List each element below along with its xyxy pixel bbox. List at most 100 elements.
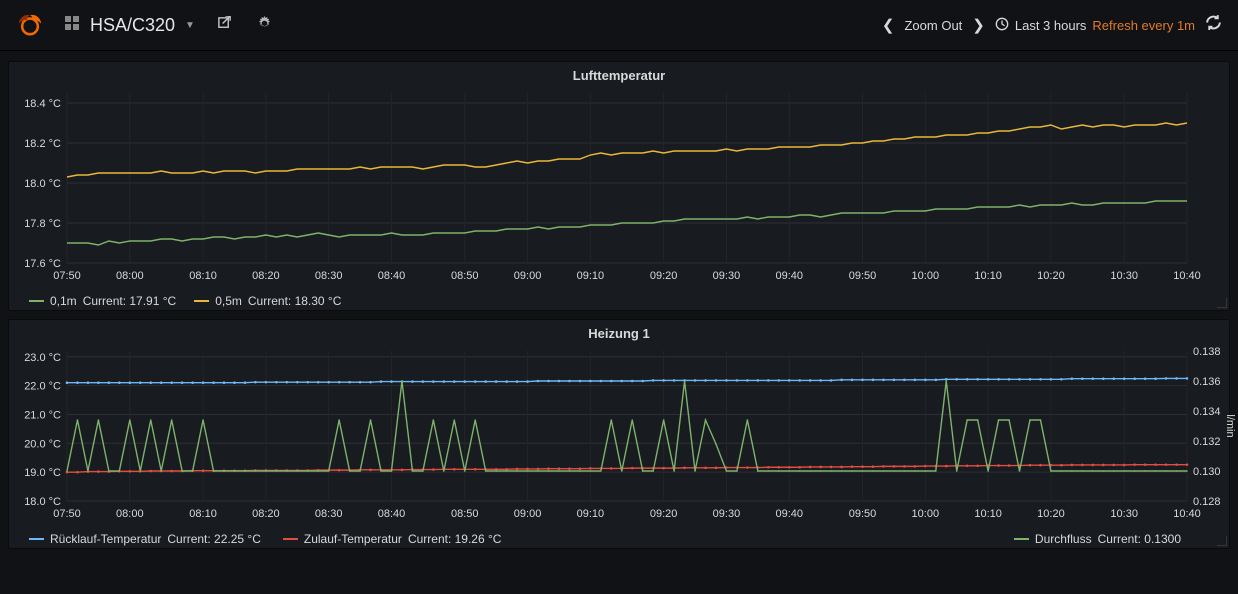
svg-text:09:30: 09:30: [713, 508, 741, 520]
svg-text:09:20: 09:20: [650, 508, 678, 520]
time-range-picker[interactable]: Last 3 hours Refresh every 1m: [995, 17, 1195, 34]
svg-text:18.4 °C: 18.4 °C: [24, 98, 61, 110]
legend-series-value: Current: 22.25 °C: [167, 532, 261, 546]
legend-series-value: Current: 17.91 °C: [83, 294, 177, 308]
legend-color-icon: [29, 538, 44, 540]
legend-series-name: Zulauf-Temperatur: [304, 532, 402, 546]
svg-text:21.0 °C: 21.0 °C: [24, 409, 61, 421]
svg-text:10:30: 10:30: [1110, 508, 1138, 520]
svg-text:08:00: 08:00: [116, 508, 144, 520]
time-range-label: Last 3 hours: [1015, 18, 1087, 33]
legend-series-name: Rücklauf-Temperatur: [50, 532, 161, 546]
chevron-down-icon: ▼: [185, 20, 195, 31]
svg-text:10:20: 10:20: [1037, 508, 1065, 520]
legend-entry[interactable]: 0,5m Current: 18.30 °C: [194, 294, 341, 308]
svg-text:18.0 °C: 18.0 °C: [24, 178, 61, 190]
share-icon[interactable]: [215, 16, 235, 35]
legend-series-name: 0,1m: [50, 294, 77, 308]
svg-text:08:30: 08:30: [315, 270, 343, 282]
refresh-icon[interactable]: [1205, 14, 1222, 36]
legend-series-value: Current: 0.1300: [1098, 532, 1181, 546]
svg-text:0.136: 0.136: [1193, 376, 1221, 388]
time-forward-icon[interactable]: ❯: [972, 16, 985, 34]
panel-legend: 0,1m Current: 17.91 °C 0,5m Current: 18.3…: [9, 288, 1229, 310]
svg-text:09:00: 09:00: [514, 508, 542, 520]
panel-lufttemperatur: Lufttemperatur 17.6 °C17.8 °C18.0 °C18.2…: [8, 61, 1230, 311]
resize-handle-icon[interactable]: [1217, 536, 1227, 546]
grafana-logo-icon[interactable]: [16, 11, 44, 39]
legend-entry[interactable]: Rücklauf-Temperatur Current: 22.25 °C: [29, 532, 261, 546]
panel-legend: Rücklauf-Temperatur Current: 22.25 °C Zul…: [9, 526, 1229, 548]
legend-series-value: Current: 19.26 °C: [408, 532, 502, 546]
chart-lufttemperatur[interactable]: 17.6 °C17.8 °C18.0 °C18.2 °C18.4 °C07:50…: [67, 85, 1187, 285]
svg-text:23.0 °C: 23.0 °C: [24, 352, 61, 364]
svg-text:08:30: 08:30: [315, 508, 343, 520]
settings-icon[interactable]: [255, 16, 275, 35]
resize-handle-icon[interactable]: [1217, 298, 1227, 308]
svg-text:09:10: 09:10: [577, 270, 605, 282]
svg-text:08:10: 08:10: [189, 508, 217, 520]
svg-text:08:40: 08:40: [378, 508, 406, 520]
chart-heizung-1[interactable]: 18.0 °C19.0 °C20.0 °C21.0 °C22.0 °C23.0 …: [67, 343, 1187, 523]
clock-icon: [995, 17, 1009, 34]
svg-text:08:00: 08:00: [116, 270, 144, 282]
legend-entry[interactable]: Zulauf-Temperatur Current: 19.26 °C: [283, 532, 502, 546]
time-back-icon[interactable]: ❮: [882, 16, 895, 34]
legend-series-name: Durchfluss: [1035, 532, 1092, 546]
svg-text:09:20: 09:20: [650, 270, 678, 282]
legend-entry[interactable]: 0,1m Current: 17.91 °C: [29, 294, 176, 308]
svg-text:22.0 °C: 22.0 °C: [24, 381, 61, 393]
dashboard-body: Lufttemperatur 17.6 °C17.8 °C18.0 °C18.2…: [0, 51, 1238, 559]
svg-text:07:50: 07:50: [53, 508, 81, 520]
svg-text:07:50: 07:50: [53, 270, 81, 282]
svg-text:08:20: 08:20: [252, 270, 280, 282]
legend-color-icon: [1014, 538, 1029, 540]
svg-text:09:40: 09:40: [775, 270, 803, 282]
dashboard-icon: [64, 15, 80, 36]
panel-title[interactable]: Lufttemperatur: [9, 62, 1229, 85]
svg-text:08:50: 08:50: [451, 270, 479, 282]
legend-color-icon: [194, 300, 209, 302]
svg-text:0.130: 0.130: [1193, 466, 1221, 478]
legend-color-icon: [29, 300, 44, 302]
header: HSA/C320 ▼ ❮ Zoom Out ❯ Last 3 hours Ref…: [0, 0, 1238, 51]
legend-color-icon: [283, 538, 298, 540]
svg-text:09:50: 09:50: [849, 270, 877, 282]
panel-title[interactable]: Heizung 1: [9, 320, 1229, 343]
svg-text:0.134: 0.134: [1193, 406, 1221, 418]
svg-text:10:40: 10:40: [1173, 508, 1201, 520]
panel-heizung-1: Heizung 1 18.0 °C19.0 °C20.0 °C21.0 °C22…: [8, 319, 1230, 549]
svg-text:09:10: 09:10: [577, 508, 605, 520]
svg-text:10:40: 10:40: [1173, 270, 1201, 282]
legend-series-value: Current: 18.30 °C: [248, 294, 342, 308]
svg-text:19.0 °C: 19.0 °C: [24, 467, 61, 479]
svg-text:09:30: 09:30: [713, 270, 741, 282]
svg-text:09:50: 09:50: [849, 508, 877, 520]
svg-text:0.128: 0.128: [1193, 496, 1221, 508]
refresh-interval-label: Refresh every 1m: [1092, 18, 1195, 33]
svg-text:10:00: 10:00: [912, 270, 940, 282]
svg-text:09:40: 09:40: [775, 508, 803, 520]
legend-series-name: 0,5m: [215, 294, 242, 308]
svg-text:10:10: 10:10: [974, 508, 1002, 520]
time-controls: ❮ Zoom Out ❯ Last 3 hours Refresh every …: [882, 14, 1222, 36]
legend-entry[interactable]: Durchfluss Current: 0.1300: [1014, 532, 1181, 546]
svg-text:l/min: l/min: [1224, 414, 1236, 437]
dashboard-title: HSA/C320: [90, 15, 175, 36]
svg-text:18.0 °C: 18.0 °C: [24, 496, 61, 508]
svg-text:08:10: 08:10: [189, 270, 217, 282]
svg-text:08:50: 08:50: [451, 508, 479, 520]
svg-text:17.8 °C: 17.8 °C: [24, 218, 61, 230]
svg-text:10:30: 10:30: [1110, 270, 1138, 282]
svg-text:08:20: 08:20: [252, 508, 280, 520]
svg-text:17.6 °C: 17.6 °C: [24, 258, 61, 270]
svg-text:20.0 °C: 20.0 °C: [24, 438, 61, 450]
zoom-out-button[interactable]: Zoom Out: [904, 18, 962, 33]
svg-text:09:00: 09:00: [514, 270, 542, 282]
svg-text:0.132: 0.132: [1193, 436, 1221, 448]
svg-text:10:00: 10:00: [912, 508, 940, 520]
dashboard-picker[interactable]: HSA/C320 ▼: [64, 15, 195, 36]
svg-text:10:20: 10:20: [1037, 270, 1065, 282]
svg-text:10:10: 10:10: [974, 270, 1002, 282]
svg-text:0.138: 0.138: [1193, 346, 1221, 358]
